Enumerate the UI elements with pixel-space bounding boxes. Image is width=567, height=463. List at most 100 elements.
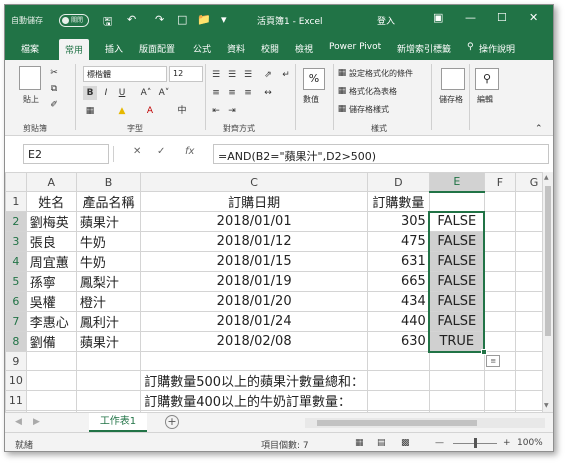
page-layout-view-icon[interactable]: ▤ (377, 438, 386, 448)
add-sheet-icon[interactable]: + (165, 415, 179, 429)
row-header[interactable]: 7 (5, 311, 27, 332)
tab-power-pivot[interactable]: Power Pivot (329, 42, 381, 52)
cell-a1[interactable]: 姓名 (25, 191, 77, 212)
column-header-c[interactable]: C (140, 172, 369, 192)
tab-review[interactable]: 校閱 (261, 42, 279, 55)
ribbon-display-icon[interactable]: ▣ (433, 11, 443, 24)
vertical-scrollbar[interactable]: ▲ ▼ (542, 172, 553, 412)
cell-c9[interactable] (140, 351, 369, 371)
align-left-icon[interactable]: ≡ (209, 86, 223, 100)
sheet-tab[interactable]: 工作表1 (89, 413, 147, 433)
cell-e2[interactable]: FALSE (428, 211, 485, 232)
cell-a3[interactable]: 張良 (25, 231, 77, 252)
column-header-b[interactable]: B (75, 172, 142, 192)
tab-file[interactable]: 檔案 (21, 42, 39, 55)
copy-icon[interactable]: ⧉ (47, 82, 61, 96)
row-header[interactable]: 11 (5, 390, 27, 411)
cell-a11[interactable] (25, 390, 77, 411)
increase-font-icon[interactable]: A˄ (139, 86, 153, 100)
cell-d11[interactable] (367, 390, 430, 411)
row-header[interactable]: 2 (5, 211, 27, 232)
cell-f3[interactable] (483, 231, 516, 252)
cell-a8[interactable]: 劉備 (25, 331, 77, 352)
increase-indent-icon[interactable]: ⇥ (225, 104, 239, 118)
row-header[interactable]: 5 (5, 271, 27, 292)
number-format-button[interactable]: 數值 (303, 94, 319, 105)
cells-button[interactable]: 儲存格 (439, 94, 463, 105)
cell-f2[interactable] (483, 211, 516, 232)
cell-d2[interactable]: 305 (367, 211, 430, 232)
scroll-up-icon[interactable]: ▲ (544, 174, 549, 181)
orientation-icon[interactable]: ⇗ (261, 68, 275, 82)
cell-c4[interactable]: 2018/01/15 (140, 251, 369, 272)
cell-f10[interactable] (483, 370, 516, 391)
tab-view[interactable]: 檢視 (295, 42, 313, 55)
cell-d8[interactable]: 630 (367, 331, 430, 352)
align-top-icon[interactable]: ☰ (209, 68, 223, 82)
format-as-table-button[interactable]: 格式化為表格 (349, 86, 397, 97)
cell-f4[interactable] (483, 251, 516, 272)
cell-e3[interactable]: FALSE (428, 231, 485, 252)
row-header[interactable]: 8 (5, 331, 27, 352)
normal-view-icon[interactable]: ▦ (355, 438, 364, 448)
phonetic-icon[interactable]: 中 (175, 104, 189, 118)
cell-b1[interactable]: 產品名稱 (75, 191, 142, 212)
tab-page-layout[interactable]: 版面配置 (139, 42, 175, 55)
save-icon[interactable]: 🖫 (103, 13, 112, 32)
cell-d9[interactable] (367, 351, 430, 371)
cell-a2[interactable]: 劉梅英 (25, 211, 77, 232)
conditional-format-button[interactable]: 設定格式化的條件 (349, 68, 413, 79)
tab-new-tab[interactable]: 新增索引標籤 (397, 42, 451, 55)
formula-input[interactable]: =AND(B2="蘋果汁",D2>500) (213, 144, 549, 164)
prev-sheet-icon[interactable]: ◀ (15, 417, 22, 427)
cell-c7[interactable]: 2018/01/24 (140, 311, 369, 332)
cell-c6[interactable]: 2018/01/20 (140, 291, 369, 312)
cut-icon[interactable]: ✂ (47, 66, 61, 80)
column-header-a[interactable]: A (25, 172, 77, 192)
underline-button[interactable]: U (115, 86, 129, 100)
font-name-select[interactable]: 標楷體 (83, 66, 167, 82)
cell-e5[interactable]: FALSE (428, 271, 485, 292)
cell-a9[interactable] (25, 351, 77, 371)
minimize-icon[interactable]: — (465, 11, 476, 24)
row-header[interactable]: 9 (5, 351, 27, 371)
editing-button[interactable]: 編輯 (477, 94, 493, 105)
quick-analysis-icon[interactable]: ≡ (486, 354, 501, 367)
cell-d4[interactable]: 631 (367, 251, 430, 272)
scroll-thumb[interactable] (545, 186, 551, 336)
collapse-ribbon-icon[interactable]: ⌃ (535, 124, 543, 134)
cell-b4[interactable]: 牛奶 (75, 251, 142, 272)
new-file-icon[interactable]: □ (177, 13, 187, 26)
cell-b11[interactable] (75, 390, 142, 411)
next-sheet-icon[interactable]: ▶ (33, 417, 40, 427)
wrap-text-icon[interactable]: ↵ (279, 68, 293, 82)
open-file-icon[interactable]: 📁 (197, 13, 211, 26)
cell-b5[interactable]: 鳳梨汁 (75, 271, 142, 292)
cell-f8[interactable] (483, 331, 516, 352)
zoom-slider-knob[interactable] (474, 438, 477, 448)
autosave-toggle[interactable]: 關閉 (59, 14, 89, 27)
align-center-icon[interactable]: ≡ (225, 86, 239, 100)
bold-button[interactable]: B (83, 86, 97, 100)
conditional-format-icon[interactable]: ▦ (335, 66, 349, 80)
horizontal-scrollbar[interactable] (305, 418, 545, 428)
cell-e7[interactable]: FALSE (428, 311, 485, 332)
cell-a4[interactable]: 周宜蕙 (25, 251, 77, 272)
scroll-down-icon[interactable]: ▼ (544, 402, 549, 409)
align-middle-icon[interactable]: ☰ (225, 68, 239, 82)
cell-styles-icon[interactable]: ▦ (335, 102, 349, 116)
cell-c10[interactable]: 訂購數量500以上的蘋果汁數量總和： (140, 370, 369, 391)
column-header-e[interactable]: E (428, 172, 485, 193)
column-header-d[interactable]: D (367, 172, 430, 192)
cell-b2[interactable]: 蘋果汁 (75, 211, 142, 232)
decrease-font-icon[interactable]: A˅ (157, 86, 171, 100)
cell-b6[interactable]: 橙汁 (75, 291, 142, 312)
undo-icon[interactable]: ↶ (127, 13, 136, 26)
borders-icon[interactable]: ▦ (83, 104, 97, 118)
cell-f11[interactable] (483, 390, 516, 411)
cell-f1[interactable] (483, 191, 516, 212)
row-header[interactable]: 3 (5, 231, 27, 252)
percent-icon[interactable]: % (303, 68, 325, 90)
tab-data[interactable]: 資料 (227, 42, 245, 55)
cell-b3[interactable]: 牛奶 (75, 231, 142, 252)
